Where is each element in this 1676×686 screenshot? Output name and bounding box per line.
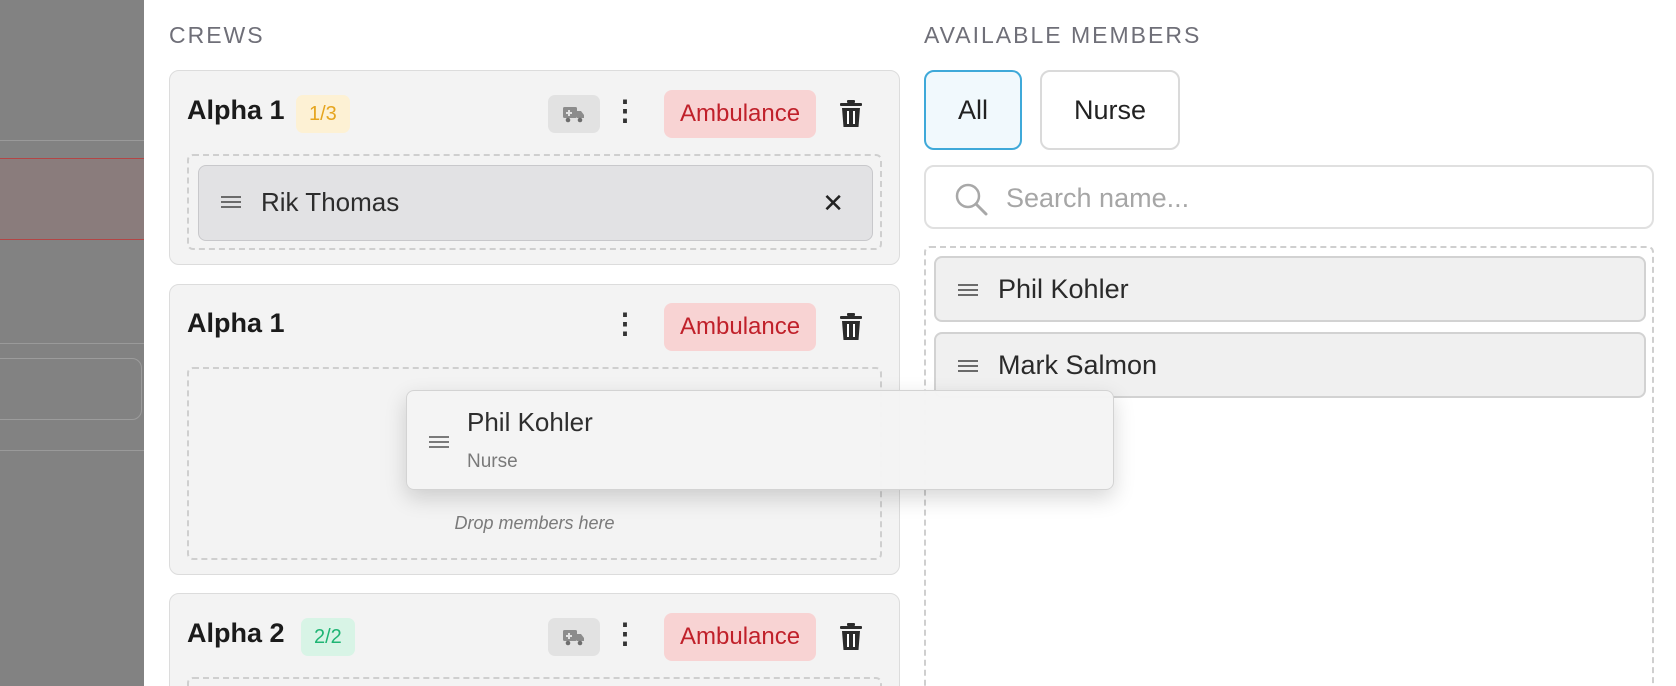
more-vertical-icon[interactable]: ⋮ — [610, 306, 640, 344]
drag-handle-icon[interactable] — [429, 434, 449, 450]
available-member-name: Phil Kohler — [998, 274, 1129, 304]
search-icon — [955, 183, 988, 216]
available-member-item[interactable]: Phil Kohler — [934, 256, 1646, 322]
close-icon[interactable]: ✕ — [822, 188, 844, 219]
search-input[interactable] — [1006, 175, 1626, 221]
crew-card: Alpha 2 2/2 ⋮ Ambulance — [169, 593, 900, 686]
crew-type-pill[interactable]: Ambulance — [664, 613, 817, 661]
trash-icon — [840, 100, 862, 127]
crew-drop-zone[interactable]: Rik Thomas ✕ — [187, 154, 882, 250]
crew-type-pill[interactable]: Ambulance — [664, 90, 817, 138]
crew-capacity-badge: 2/2 — [301, 618, 355, 656]
assign-vehicle-button[interactable] — [548, 618, 600, 656]
crew-name: Alpha 2 — [187, 618, 285, 648]
backdrop-divider — [0, 140, 144, 141]
crew-drop-zone[interactable] — [187, 677, 882, 686]
dragging-member-role: Nurse — [467, 451, 518, 472]
crews-section-title: CREWS — [169, 22, 265, 48]
ambulance-icon — [563, 630, 584, 646]
crew-name: Alpha 1 — [187, 308, 285, 338]
drop-hint: Drop members here — [454, 513, 615, 533]
more-vertical-icon[interactable]: ⋮ — [610, 616, 640, 654]
filter-nurse-button[interactable]: Nurse — [1040, 70, 1181, 150]
assign-vehicle-button[interactable] — [548, 95, 600, 133]
drag-handle-icon[interactable] — [221, 194, 241, 210]
backdrop-input — [0, 358, 142, 420]
crew-card: Alpha 1 1/3 ⋮ Ambulance Rik Thomas ✕ — [169, 70, 900, 265]
crew-type-pill[interactable]: Ambulance — [664, 303, 817, 351]
available-members-title: AVAILABLE MEMBERS — [924, 22, 1202, 48]
crew-capacity-badge: 1/3 — [296, 95, 350, 133]
search-field[interactable] — [924, 165, 1654, 229]
backdrop-highlighted-row — [0, 158, 144, 240]
more-vertical-icon[interactable]: ⋮ — [610, 93, 640, 131]
crew-member-name: Rik Thomas — [261, 187, 400, 217]
delete-crew-button[interactable] — [836, 94, 866, 134]
modal-backdrop[interactable] — [0, 0, 144, 686]
delete-crew-button[interactable] — [836, 307, 866, 347]
backdrop-divider — [0, 450, 144, 451]
ambulance-icon — [563, 107, 584, 123]
backdrop-divider — [0, 343, 144, 344]
crew-member-chip[interactable]: Rik Thomas ✕ — [198, 165, 873, 241]
delete-crew-button[interactable] — [836, 617, 866, 657]
drag-handle-icon[interactable] — [958, 282, 978, 298]
dragging-member-card[interactable]: Phil Kohler Nurse — [406, 390, 1114, 490]
trash-icon — [840, 313, 862, 340]
available-member-item[interactable]: Mark Salmon — [934, 332, 1646, 398]
crew-name: Alpha 1 — [187, 95, 285, 125]
available-member-name: Mark Salmon — [998, 350, 1158, 380]
filter-all-button[interactable]: All — [924, 70, 1023, 150]
drag-handle-icon[interactable] — [958, 358, 978, 374]
trash-icon — [840, 623, 862, 650]
dragging-member-name: Phil Kohler — [467, 407, 593, 437]
